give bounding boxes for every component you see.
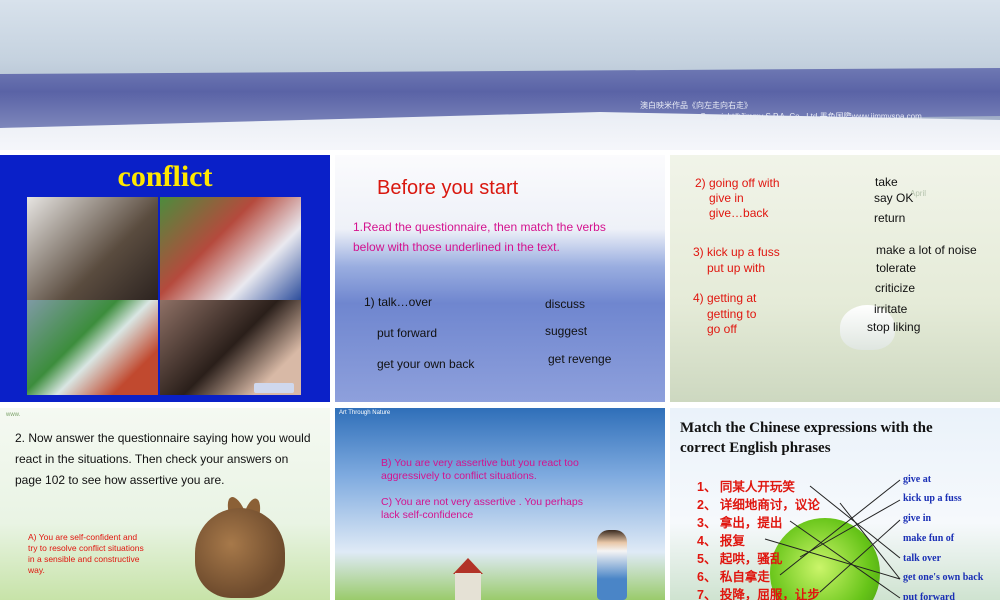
photo-soccer-women [27,300,158,395]
slide-title: Before you start [377,177,519,199]
slide-phrasal-verbs[interactable]: April 2) going off with give in give…bac… [670,155,1000,402]
church-illustration [455,573,481,600]
verb-item: 1) talk…over [364,295,433,309]
slide-header: Art Through Nature [339,410,391,416]
phrase: 2) going off with [695,176,780,190]
photo-warriors [27,197,158,300]
site-watermark: www. [6,412,21,418]
answer: take [875,175,898,189]
photo-two-girls [160,300,301,395]
instruction-text: 2. Now answer the questionnaire saying h… [15,431,311,487]
girl-photo [597,530,627,600]
slide-title: conflict [117,160,213,193]
rabbit-illustration [195,508,285,598]
match-item: get revenge [548,352,612,366]
answer: tolerate [876,261,917,275]
slide-questionnaire[interactable]: www. 2. Now answer the questionnaire say… [0,408,330,600]
match-item: suggest [545,324,588,338]
phrase: put up with [707,261,766,275]
matching-lines [764,479,901,599]
verb-item: put forward [377,326,438,340]
answer: make a lot of noise [876,243,977,257]
answer: criticize [875,281,916,295]
phrase: 4) getting at [693,291,757,305]
instruction-text: 1.Read the questionnaire, then match the… [353,220,606,254]
photo-football-players [160,197,301,300]
phrase: go off [707,322,737,336]
top-slide: 澳白映米作品《向左走向右走》 Copyright©Jimmy S.P.A. Co… [0,0,1000,150]
slide-conflict[interactable]: conflict [0,155,330,402]
slide-matching[interactable]: Match the Chinese expressions with the c… [670,408,1000,600]
answer: say OK [874,191,914,205]
calendar-decoration: April [910,189,990,249]
phrase: 3) kick up a fuss [693,245,780,259]
church-roof [453,558,483,574]
answer: irritate [874,302,908,316]
credit-line-1: 澳白映米作品《向左走向右走》 [640,101,752,110]
option-b: B) You are very assertive but you react … [381,457,579,482]
phrase: give…back [709,206,769,220]
credit-line-2: Copyright©Jimmy S.P.A. Co., Ltd 墨色国際www.… [700,112,922,121]
match-item: discuss [545,297,586,311]
option-c: C) You are not very assertive . You perh… [381,496,583,521]
watermark-logo [254,383,294,393]
answer: return [874,211,906,225]
phrase: give in [709,191,744,205]
option-a: A) You are self-confident and try to res… [28,532,144,575]
verb-item: get your own back [377,357,475,371]
slide-before-you-start[interactable]: Before you start 1.Read the questionnair… [335,155,665,402]
answer: stop liking [867,320,921,334]
phrase: getting to [707,307,757,321]
slide-assertiveness[interactable]: Art Through Nature B) You are very asser… [335,408,665,600]
